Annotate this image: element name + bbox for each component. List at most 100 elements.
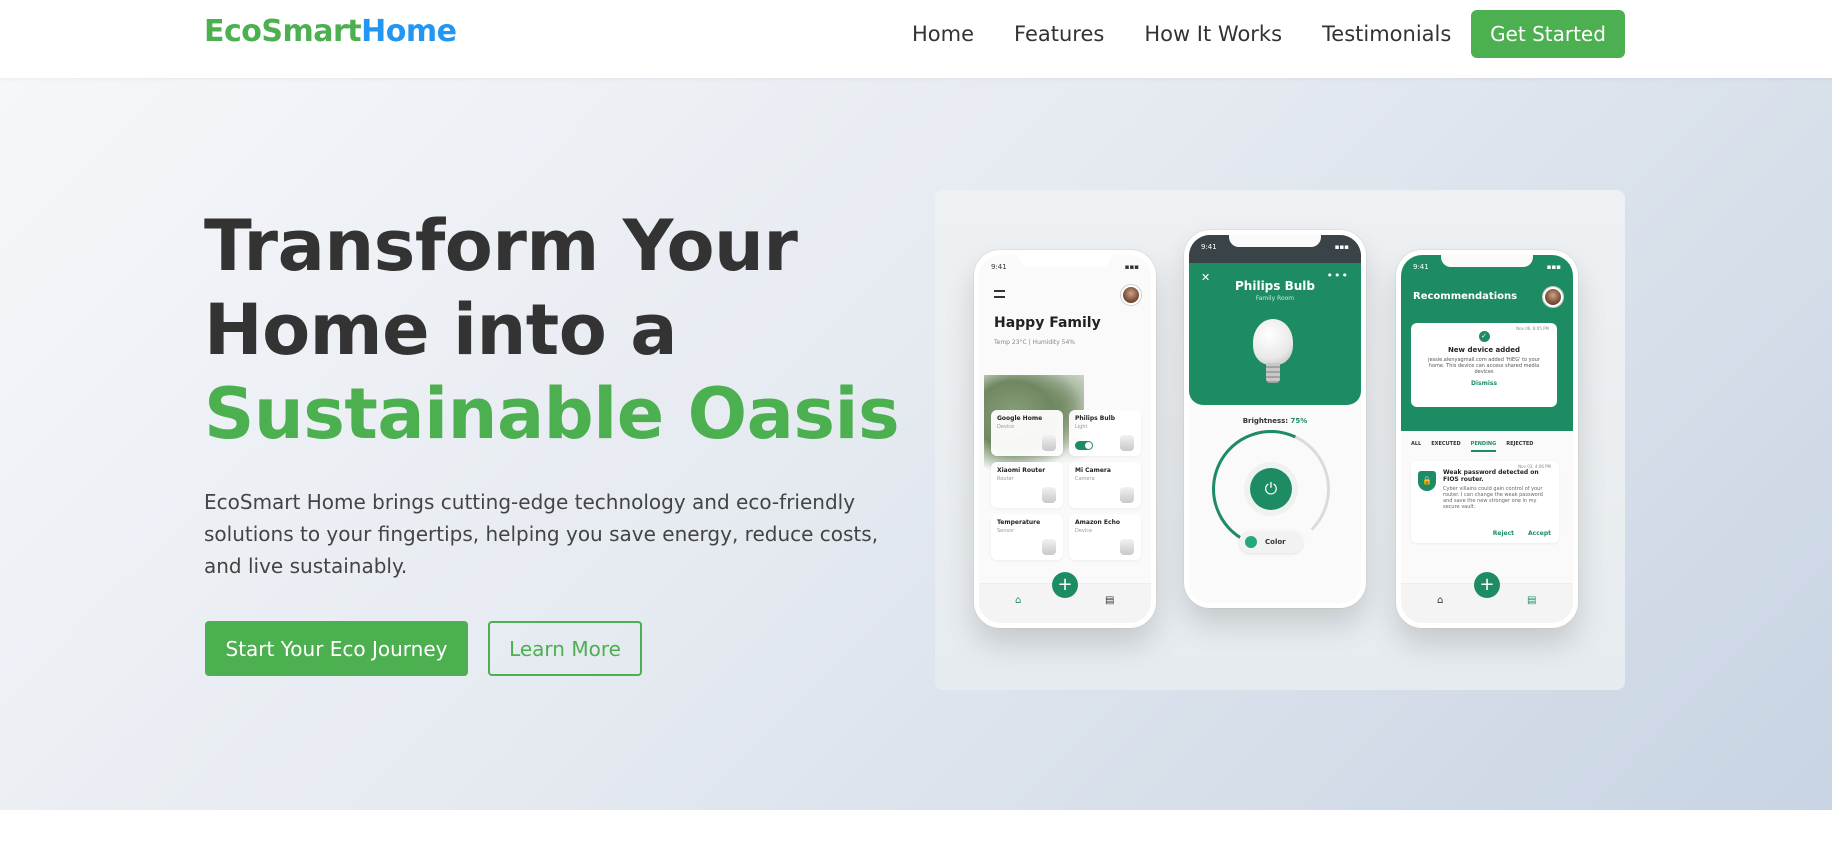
device-name: Amazon Echo: [1075, 519, 1120, 526]
nav-link-home[interactable]: Home: [912, 22, 974, 46]
power-icon: ⏻: [1250, 468, 1292, 510]
next-section-edge: [0, 810, 1832, 868]
start-eco-journey-button[interactable]: Start Your Eco Journey: [205, 621, 468, 676]
device-card: Amazon Echo Device: [1069, 514, 1141, 560]
device-name: Xiaomi Router: [997, 467, 1046, 474]
tab-pending: PENDING: [1470, 441, 1497, 452]
menu-icon: [994, 290, 1005, 298]
status-icons: ▪▪▪: [1546, 263, 1561, 271]
brand-part1: EcoSmart: [204, 14, 362, 49]
device-card: Mi Camera Camera: [1069, 462, 1141, 508]
app-showcase-image: 9:41 ▪▪▪ Happy Family Temp 23°C | Humidit…: [935, 190, 1625, 690]
brightness-label: Brightness: 75%: [1189, 417, 1361, 425]
bottom-tab-bar: + ⌂ ▤: [1401, 572, 1573, 623]
notification-body: jessie.alenyagmail.com added 'HiEG' to y…: [1428, 357, 1540, 375]
tab-rejected: REJECTED: [1506, 441, 1534, 447]
avatar: [1543, 287, 1563, 307]
thermostat-icon: [1042, 539, 1056, 555]
plus-icon: +: [1474, 572, 1500, 598]
device-type: Camera: [1075, 476, 1095, 482]
recommendation-tabs: ALL EXECUTED PENDING REJECTED: [1411, 441, 1563, 452]
hero-headline: Transform Your Home into a Sustainable O…: [204, 204, 900, 456]
device-name: Temperature: [997, 519, 1041, 526]
alert-date: Nov 03, 4:06 PM: [1518, 464, 1551, 469]
avatar: [1121, 285, 1141, 305]
device-card: Temperature Sensor: [991, 514, 1063, 560]
device-type: Router: [997, 476, 1014, 482]
shield-icon: 🔒: [1418, 471, 1436, 491]
home-title: Happy Family: [994, 315, 1101, 331]
bulb-base: [1266, 363, 1280, 383]
document-icon: ▤: [1527, 595, 1537, 606]
phone-mockup-bulb: 9:41 ▪▪▪ ✕ ••• Philips Bulb Family Room B…: [1184, 230, 1366, 608]
home-icon: ⌂: [1015, 595, 1022, 606]
home-icon: ⌂: [1437, 595, 1444, 606]
device-type: Device: [1075, 528, 1093, 534]
device-name: Google Home: [997, 415, 1043, 422]
device-title: Philips Bulb: [1235, 279, 1315, 293]
notification-date: Nov 06, 8:05 PM: [1516, 326, 1549, 331]
device-room: Family Room: [1255, 295, 1295, 302]
phone-mockup-home: 9:41 ▪▪▪ Happy Family Temp 23°C | Humidit…: [974, 250, 1156, 628]
phone-mockup-recommendations: 9:41 ▪▪▪ Recommendations Nov 06, 8:05 PM …: [1396, 250, 1578, 628]
speaker-icon: [1042, 435, 1056, 451]
echo-icon: [1120, 539, 1134, 555]
device-name: Mi Camera: [1075, 467, 1111, 474]
recommendations-title: Recommendations: [1413, 291, 1518, 302]
device-card: Philips Bulb Light: [1069, 410, 1141, 456]
brand-part2: Home: [361, 14, 457, 49]
check-icon: ✓: [1478, 331, 1490, 342]
learn-more-button[interactable]: Learn More: [488, 621, 642, 676]
document-icon: ▤: [1105, 595, 1115, 606]
bottom-tab-bar: + ⌂ ▤: [979, 572, 1151, 623]
status-time: 9:41: [1201, 243, 1217, 251]
hero-section: Transform Your Home into a Sustainable O…: [0, 78, 1832, 810]
home-stats: Temp 23°C | Humidity 54%: [994, 339, 1076, 346]
get-started-button[interactable]: Get Started: [1471, 10, 1625, 58]
dismiss-button: Dismiss: [1470, 380, 1498, 387]
bulb-image: [1253, 319, 1293, 365]
bulb-icon: [1120, 435, 1134, 451]
status-icons: ▪▪▪: [1334, 243, 1349, 251]
notification-card: Nov 06, 8:05 PM ✓ New device added jessi…: [1411, 323, 1557, 407]
device-type: Light: [1075, 424, 1088, 430]
top-nav: EcoSmartHome Home Features How It Works …: [0, 0, 1832, 78]
camera-icon: [1120, 487, 1134, 503]
status-time: 9:41: [991, 263, 1007, 271]
brightness-value: 75%: [1290, 417, 1308, 425]
nav-links: Home Features How It Works Testimonials: [912, 22, 1491, 46]
status-bar: 9:41 ▪▪▪: [1413, 263, 1561, 273]
nav-link-features[interactable]: Features: [1014, 22, 1104, 46]
device-grid: Google Home Device Philips Bulb Light Xiao…: [991, 410, 1141, 560]
headline-line-1: Transform Your: [204, 205, 798, 287]
device-card: Xiaomi Router Router: [991, 462, 1063, 508]
device-name: Philips Bulb: [1075, 415, 1115, 422]
status-bar: 9:41 ▪▪▪: [1201, 243, 1349, 253]
alert-card: Nov 03, 4:06 PM 🔒 Weak password detected…: [1411, 461, 1559, 543]
headline-line-2: Home into a: [204, 289, 677, 371]
device-card: Google Home Device: [991, 410, 1063, 456]
reject-button: Reject: [1492, 530, 1514, 537]
brand-logo[interactable]: EcoSmartHome: [204, 14, 457, 49]
device-type: Sensor: [997, 528, 1015, 534]
headline-line-3: Sustainable Oasis: [204, 373, 900, 455]
alert-actions: Reject Accept: [1479, 530, 1551, 537]
brightness-text: Brightness:: [1242, 417, 1289, 425]
color-pill: Color: [1239, 531, 1303, 553]
notification-title: New device added: [1447, 346, 1521, 354]
status-icons: ▪▪▪: [1124, 263, 1139, 271]
tab-all: ALL: [1411, 441, 1422, 447]
device-type: Device: [997, 424, 1015, 430]
alert-title: Weak password detected on FIOS router.: [1443, 469, 1539, 483]
status-bar: 9:41 ▪▪▪: [991, 263, 1139, 273]
alert-body: Cyber villains could gain control of you…: [1443, 486, 1543, 510]
accept-button: Accept: [1528, 530, 1551, 537]
device-toggle: [1075, 441, 1093, 450]
status-time: 9:41: [1413, 263, 1429, 271]
nav-link-testimonials[interactable]: Testimonials: [1322, 22, 1451, 46]
plus-icon: +: [1052, 572, 1078, 598]
router-icon: [1042, 487, 1056, 503]
hero-description: EcoSmart Home brings cutting-edge techno…: [204, 490, 879, 578]
tab-executed: EXECUTED: [1431, 441, 1461, 447]
nav-link-how-it-works[interactable]: How It Works: [1144, 22, 1282, 46]
